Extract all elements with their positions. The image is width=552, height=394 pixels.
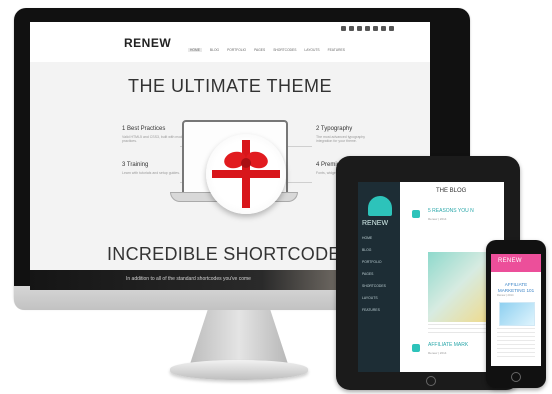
email-icon[interactable] — [389, 26, 394, 31]
blog-post-title[interactable]: 5 REASONS YOU N — [428, 208, 474, 214]
feature-body: The most advanced typography integration… — [316, 135, 366, 144]
blog-post-title[interactable]: AFFILIATE MARK — [428, 342, 468, 348]
nav-home[interactable]: HOME — [188, 48, 202, 52]
monitor-stand — [190, 310, 288, 364]
phone-header: RENEW — [491, 254, 541, 272]
feature-title: 2 Typography — [316, 126, 353, 132]
tablet-nav-shortcodes[interactable]: SHORTCODES — [362, 284, 398, 288]
nav-layouts[interactable]: LAYOUTS — [304, 48, 319, 52]
nav-features[interactable]: FEATURES — [328, 48, 345, 52]
photo-caption: In addition to all of the standard short… — [126, 276, 251, 282]
tablet-screen: RENEW HOME BLOG PORTFOLIO PAGES SHORTCOD… — [358, 182, 504, 372]
pinterest-icon[interactable] — [365, 26, 370, 31]
tablet-navigation: HOME BLOG PORTFOLIO PAGES SHORTCODES LAY… — [362, 236, 398, 320]
blog-post-meta: Renew | 2014 — [428, 351, 447, 355]
linkedin-icon[interactable] — [373, 26, 378, 31]
tablet-nav-portfolio[interactable]: PORTFOLIO — [362, 260, 398, 264]
tablet-nav-features[interactable]: FEATURES — [362, 308, 398, 312]
tablet-sidebar: RENEW HOME BLOG PORTFOLIO PAGES SHORTCOD… — [358, 182, 400, 372]
cloud-logo-icon — [368, 196, 392, 216]
tablet-home-button[interactable] — [426, 376, 436, 386]
phone-post-excerpt — [497, 328, 535, 358]
blog-title: THE BLOG — [436, 188, 467, 194]
twitter-icon[interactable] — [349, 26, 354, 31]
gift-ribbon-horizontal — [212, 170, 280, 178]
nav-blog[interactable]: BLOG — [210, 48, 219, 52]
site-logo: RENEW — [124, 36, 172, 50]
phone-post-image[interactable] — [499, 302, 535, 326]
phone-device: RENEW AFFILIATE MARKETING 101 Renew | 20… — [486, 240, 546, 388]
tablet-logo: RENEW — [362, 220, 389, 227]
site-header: RENEW HOME BLOG PORTFOLIO PAGES SHORTCOD… — [30, 22, 430, 62]
tablet-nav-layouts[interactable]: LAYOUTS — [362, 296, 398, 300]
gift-icon — [206, 134, 286, 214]
facebook-icon[interactable] — [341, 26, 346, 31]
gift-bow-knot — [241, 158, 251, 168]
phone-logo: RENEW — [498, 258, 522, 264]
device-showcase: RENEW HOME BLOG PORTFOLIO PAGES SHORTCOD… — [0, 0, 552, 394]
nav-portfolio[interactable]: PORTFOLIO — [227, 48, 246, 52]
phone-home-button[interactable] — [511, 372, 521, 382]
tablet-nav-blog[interactable]: BLOG — [362, 248, 398, 252]
tablet-nav-pages[interactable]: PAGES — [362, 272, 398, 276]
nav-pages[interactable]: PAGES — [254, 48, 265, 52]
document-icon — [412, 210, 420, 218]
feature-typography: 2 Typography The most advanced typograph… — [316, 126, 382, 144]
phone-screen: RENEW AFFILIATE MARKETING 101 Renew | 20… — [491, 254, 541, 366]
google-plus-icon[interactable] — [357, 26, 362, 31]
phone-post-title[interactable]: AFFILIATE MARKETING 101 — [495, 282, 537, 293]
monitor-base — [170, 360, 308, 380]
tablet-nav-home[interactable]: HOME — [362, 236, 398, 240]
hero-title: THE ULTIMATE THEME — [127, 76, 332, 96]
blog-post-meta: Renew | 2014 — [428, 217, 447, 221]
rss-icon[interactable] — [381, 26, 386, 31]
image-post-icon — [412, 344, 420, 352]
nav-shortcodes[interactable]: SHORTCODES — [273, 48, 296, 52]
phone-post-meta: Renew | 2014 — [497, 294, 514, 297]
social-links — [341, 26, 394, 31]
main-navigation: HOME BLOG PORTFOLIO PAGES SHORTCODES LAY… — [188, 48, 345, 52]
